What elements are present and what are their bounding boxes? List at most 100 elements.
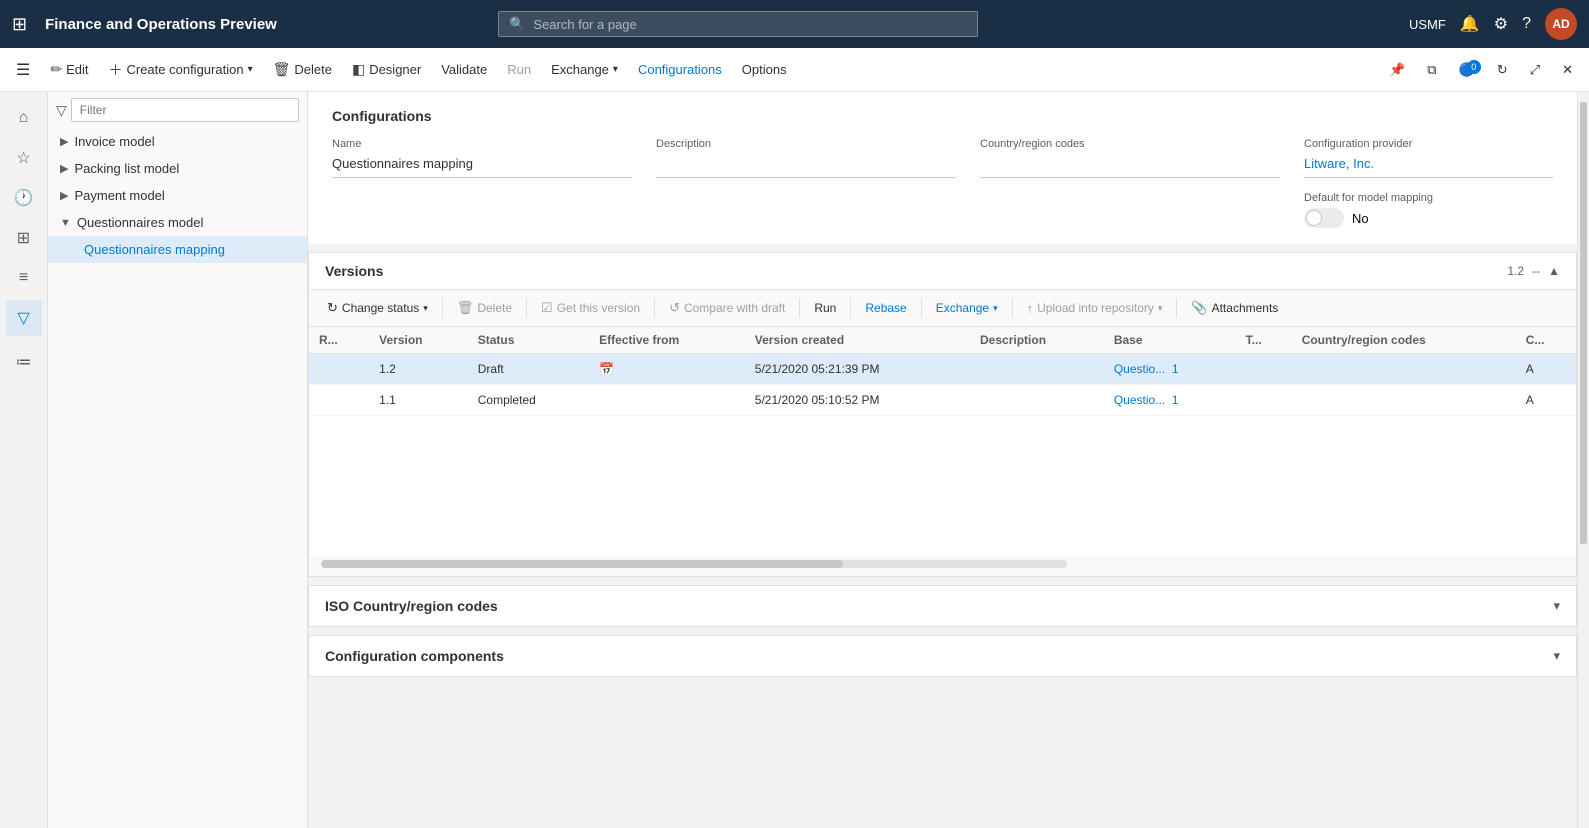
- cell-status: Completed: [468, 385, 589, 416]
- versions-table-head: R... Version Status Effective from Versi…: [309, 327, 1576, 354]
- exchange-button[interactable]: Exchange ▾: [543, 58, 626, 81]
- description-field: Description: [656, 138, 956, 178]
- tree-item-packing-list-model[interactable]: ▶ Packing list model: [48, 155, 307, 182]
- versions-run-button[interactable]: Run: [806, 297, 844, 319]
- change-status-button[interactable]: ↻ Change status ▾: [319, 296, 436, 320]
- cell-description: [970, 385, 1104, 416]
- config-components-header[interactable]: Configuration components ▾: [309, 636, 1576, 676]
- name-value: Questionnaires mapping: [332, 154, 632, 178]
- filter-icon[interactable]: ▽: [6, 300, 42, 336]
- name-label: Name: [332, 138, 632, 150]
- compare-with-draft-button[interactable]: ↺ Compare with draft: [661, 296, 793, 320]
- provider-value[interactable]: Litware, Inc.: [1304, 154, 1553, 178]
- calendar-icon: 📅: [599, 362, 614, 376]
- iso-section-header[interactable]: ISO Country/region codes ▾: [309, 586, 1576, 626]
- list-icon[interactable]: ≡: [6, 260, 42, 296]
- horizontal-scrollbar[interactable]: [321, 560, 1067, 568]
- col-description: Description: [970, 327, 1104, 354]
- rebase-button[interactable]: Rebase: [857, 297, 914, 319]
- toggle-knob: [1306, 210, 1322, 226]
- settings-icon[interactable]: ⚙: [1494, 14, 1508, 34]
- app-title: Finance and Operations Preview: [45, 16, 277, 33]
- open-new-icon[interactable]: ⤢: [1522, 58, 1548, 82]
- hamburger-btn[interactable]: ☰: [8, 56, 38, 84]
- pin-icon[interactable]: 📌: [1381, 58, 1413, 82]
- attachments-button[interactable]: 📎 Attachments: [1183, 296, 1286, 320]
- col-status: Status: [468, 327, 589, 354]
- table-row[interactable]: 1.1 Completed 5/21/2020 05:10:52 PM Ques…: [309, 385, 1576, 416]
- toolbar-divider7: [1012, 298, 1013, 318]
- exchange-dropdown-icon: ▾: [613, 64, 618, 75]
- table-row[interactable]: 1.2 Draft 📅 5/21/2020 05:21:39 PM Questi…: [309, 354, 1576, 385]
- versions-header: Versions 1.2 -- ▲: [309, 253, 1576, 290]
- validate-button[interactable]: Validate: [433, 58, 495, 81]
- tree-items: ▶ Invoice model ▶ Packing list model ▶ P…: [48, 128, 307, 828]
- bars-icon[interactable]: ≔: [6, 344, 42, 380]
- command-bar: ☰ ✏ Edit ＋ Create configuration ▾ 🗑 Dele…: [0, 48, 1589, 92]
- config-components-chevron-icon: ▾: [1553, 648, 1560, 664]
- delete-icon: 🗑: [273, 61, 291, 78]
- help-icon[interactable]: ?: [1522, 15, 1531, 33]
- tree-item-invoice-model[interactable]: ▶ Invoice model: [48, 128, 307, 155]
- toolbar-divider2: [526, 298, 527, 318]
- base-num-link[interactable]: 1: [1172, 362, 1179, 376]
- upload-into-repository-button[interactable]: ↑ Upload into repository ▾: [1019, 297, 1171, 320]
- tree-panel: ▽ ▶ Invoice model ▶ Packing list model ▶…: [48, 92, 308, 828]
- tree-item-payment-model[interactable]: ▶ Payment model: [48, 182, 307, 209]
- provider-field: Configuration provider Litware, Inc. Def…: [1304, 138, 1553, 228]
- options-button[interactable]: Options: [734, 58, 795, 81]
- configurations-button[interactable]: Configurations: [630, 58, 730, 81]
- delete-button[interactable]: 🗑 Delete: [265, 57, 340, 82]
- default-mapping-label: Default for model mapping: [1304, 192, 1553, 204]
- cell-base: Questio... 1: [1104, 385, 1236, 416]
- versions-delete-icon: 🗑: [457, 300, 474, 316]
- star-icon[interactable]: ☆: [6, 140, 42, 176]
- designer-icon: ◧: [352, 61, 365, 78]
- tree-filter-input[interactable]: [71, 98, 299, 122]
- cell-c: A: [1516, 385, 1576, 416]
- default-mapping-toggle[interactable]: [1304, 208, 1344, 228]
- right-scrollbar[interactable]: [1577, 92, 1589, 828]
- chevron-down-icon: ▼: [60, 217, 71, 229]
- avatar[interactable]: AD: [1545, 8, 1577, 40]
- create-config-button[interactable]: ＋ Create configuration ▾: [100, 56, 260, 84]
- base-link[interactable]: Questio...: [1114, 393, 1165, 407]
- default-mapping-group: Default for model mapping No: [1304, 192, 1553, 228]
- attachment-icon: 📎: [1191, 300, 1207, 316]
- versions-controls: 1.2 -- ▲: [1507, 264, 1560, 278]
- home-icon[interactable]: ⌂: [6, 100, 42, 136]
- edit-button[interactable]: ✏ Edit: [42, 57, 96, 82]
- versions-collapse-icon[interactable]: ▲: [1548, 264, 1560, 278]
- base-link[interactable]: Questio...: [1114, 362, 1165, 376]
- tree-item-label: Questionnaires model: [77, 215, 203, 230]
- designer-button[interactable]: ◧ Designer: [344, 57, 429, 82]
- tree-item-questionnaires-model[interactable]: ▼ Questionnaires model: [48, 209, 307, 236]
- clock-icon[interactable]: 🕐: [6, 180, 42, 216]
- get-this-version-button[interactable]: ☑ Get this version: [533, 296, 648, 320]
- app-grid-icon[interactable]: ⊞: [12, 14, 27, 35]
- tree-item-questionnaires-mapping[interactable]: Questionnaires mapping: [48, 236, 307, 263]
- notifications-icon[interactable]: 🔔: [1460, 14, 1480, 34]
- versions-delete-button[interactable]: 🗑 Delete: [449, 296, 520, 320]
- split-view-icon[interactable]: ⧉: [1419, 58, 1444, 82]
- version-number: 1.2: [1507, 264, 1524, 278]
- cell-effective-from: [589, 385, 745, 416]
- resize-handle[interactable]: [307, 92, 308, 828]
- upload-dropdown-icon: ▾: [1158, 303, 1163, 314]
- badge-btn[interactable]: 🔵 0: [1451, 58, 1483, 82]
- versions-exchange-button[interactable]: Exchange ▾: [928, 297, 1006, 319]
- cell-effective-from: 📅: [589, 354, 745, 385]
- col-t: T...: [1236, 327, 1292, 354]
- versions-title: Versions: [325, 263, 383, 279]
- run-button[interactable]: Run: [499, 58, 539, 81]
- chevron-right-icon: ▶: [60, 189, 68, 202]
- base-num-link[interactable]: 1: [1172, 393, 1179, 407]
- col-r: R...: [309, 327, 369, 354]
- col-country: Country/region codes: [1292, 327, 1516, 354]
- toggle-row: No: [1304, 208, 1553, 228]
- search-bar[interactable]: 🔍 Search for a page: [498, 11, 978, 37]
- col-base: Base: [1104, 327, 1236, 354]
- refresh-icon[interactable]: ↻: [1489, 58, 1516, 82]
- grid-icon[interactable]: ⊞: [6, 220, 42, 256]
- close-button[interactable]: ✕: [1554, 58, 1581, 82]
